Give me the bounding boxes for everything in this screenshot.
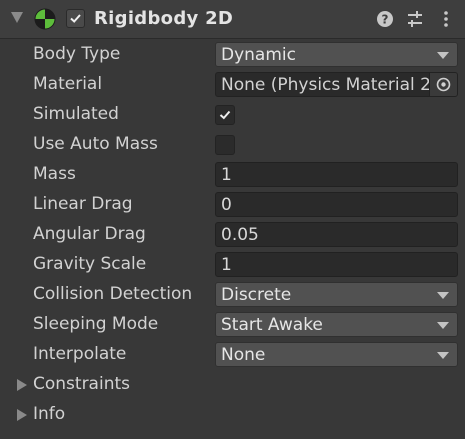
checkmark-icon [219,110,231,120]
object-picker-button[interactable] [429,73,457,96]
constraints-label[interactable]: Constraints [33,374,130,394]
angular-drag-row: Angular Drag 0.05 [0,220,465,250]
collision-detection-label: Collision Detection [33,284,193,304]
component-title: Rigidbody 2D [94,8,234,29]
body-type-dropdown[interactable]: Dynamic [215,42,458,67]
collision-detection-row: Collision Detection Discrete [0,280,465,310]
rigidbody2d-component-panel: Rigidbody 2D ? Body Type Dynamic Materia… [0,0,465,439]
material-value: None (Physics Material 2D) [221,75,429,95]
body-type-value: Dynamic [221,45,296,65]
mass-value: 1 [221,165,232,185]
more-options-icon[interactable] [436,9,456,29]
presets-icon[interactable] [405,9,425,29]
dropdown-arrow-icon [437,352,449,359]
use-auto-mass-label: Use Auto Mass [33,134,158,154]
angular-drag-label[interactable]: Angular Drag [33,224,146,244]
object-picker-icon [436,77,451,92]
gravity-scale-row: Gravity Scale 1 [0,250,465,280]
gravity-scale-input[interactable]: 1 [215,252,458,277]
expand-arrow-icon[interactable] [11,12,23,23]
constraints-foldout[interactable]: Constraints [0,370,465,400]
info-label[interactable]: Info [33,404,65,424]
mass-label[interactable]: Mass [33,164,76,184]
linear-drag-value: 0 [221,195,232,215]
mass-row: Mass 1 [0,160,465,190]
material-label: Material [33,74,103,94]
interpolate-value: None [221,345,266,365]
svg-text:?: ? [382,13,389,27]
collapsed-arrow-icon[interactable] [17,379,27,391]
component-header[interactable]: Rigidbody 2D ? [0,0,465,39]
sleeping-mode-row: Sleeping Mode Start Awake [0,310,465,340]
dropdown-arrow-icon [437,52,449,59]
material-row: Material None (Physics Material 2D) [0,70,465,100]
body-type-label: Body Type [33,44,121,64]
collapsed-arrow-icon[interactable] [17,409,27,421]
gravity-scale-label[interactable]: Gravity Scale [33,254,146,274]
dropdown-arrow-icon [437,292,449,299]
checkmark-icon [70,14,81,23]
collision-detection-value: Discrete [221,285,292,305]
mass-input[interactable]: 1 [215,162,458,187]
gravity-scale-value: 1 [221,255,232,275]
interpolate-dropdown[interactable]: None [215,342,458,367]
simulated-label: Simulated [33,104,119,124]
sleeping-mode-dropdown[interactable]: Start Awake [215,312,458,337]
component-enabled-checkbox[interactable] [66,9,85,28]
interpolate-label: Interpolate [33,344,127,364]
linear-drag-label[interactable]: Linear Drag [33,194,133,214]
simulated-row: Simulated [0,100,465,130]
linear-drag-input[interactable]: 0 [215,192,458,217]
dropdown-arrow-icon [437,322,449,329]
material-object-field[interactable]: None (Physics Material 2D) [215,72,458,97]
collision-detection-dropdown[interactable]: Discrete [215,282,458,307]
interpolate-row: Interpolate None [0,340,465,370]
angular-drag-value: 0.05 [221,225,259,245]
sleeping-mode-value: Start Awake [221,315,323,335]
help-icon[interactable]: ? [375,9,395,29]
use-auto-mass-checkbox[interactable] [215,135,235,155]
sleeping-mode-label: Sleeping Mode [33,314,159,334]
angular-drag-input[interactable]: 0.05 [215,222,458,247]
simulated-checkbox[interactable] [215,105,235,125]
use-auto-mass-row: Use Auto Mass [0,130,465,160]
rigidbody2d-icon [34,8,56,30]
linear-drag-row: Linear Drag 0 [0,190,465,220]
info-foldout[interactable]: Info [0,400,465,430]
body-type-row: Body Type Dynamic [0,40,465,70]
